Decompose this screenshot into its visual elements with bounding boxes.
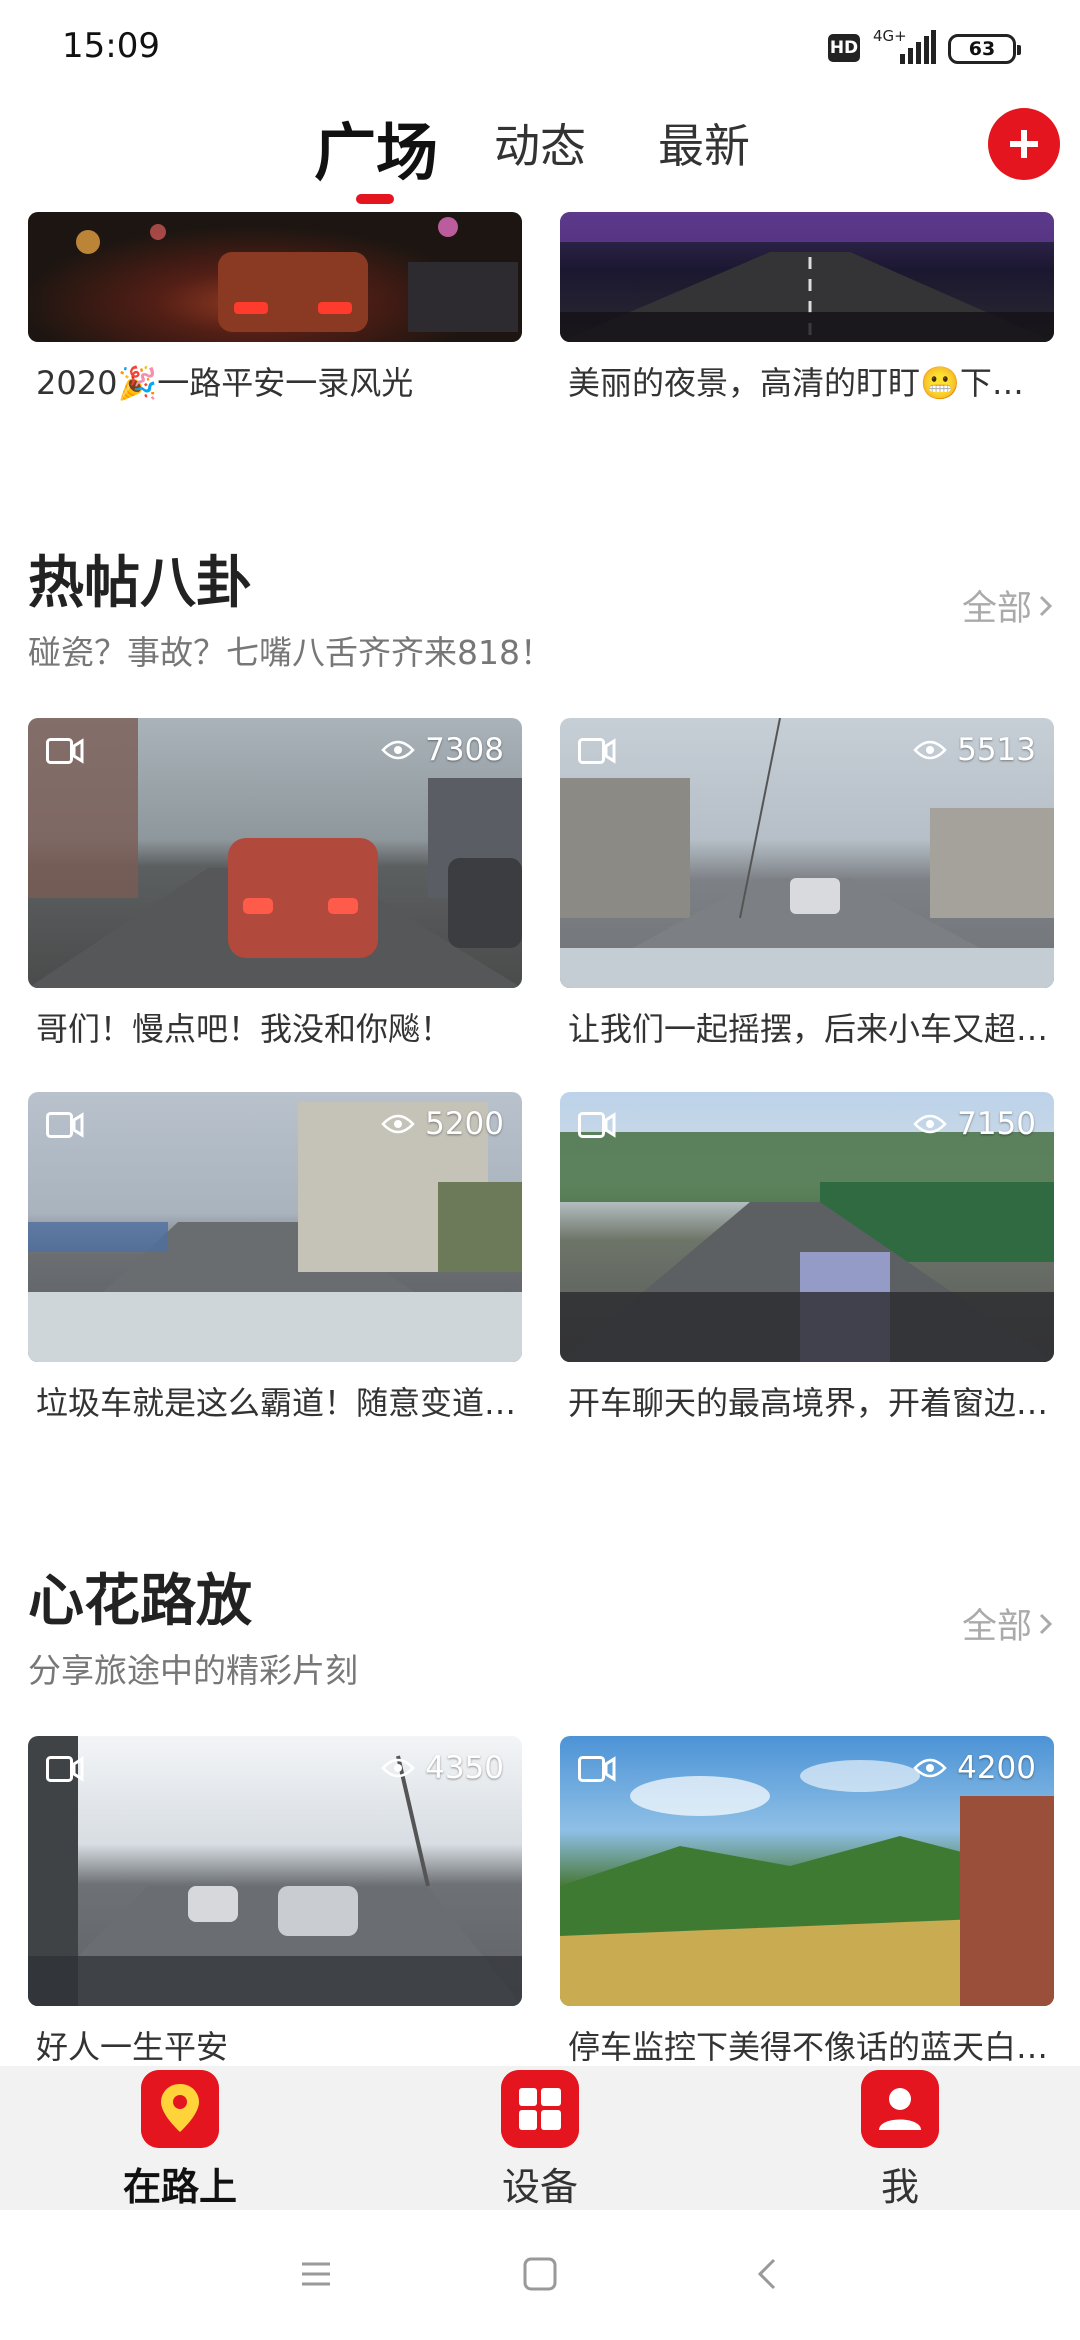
video-camera-icon — [578, 1112, 616, 1138]
battery-icon: 63 — [948, 34, 1021, 64]
night-road-thumb — [560, 212, 1054, 342]
video-card[interactable]: 4350 好人一生平安 — [28, 1736, 522, 2066]
status-bar: 15:09 HD 4G+ 63 — [0, 0, 1080, 96]
signal-icon — [900, 30, 936, 64]
see-all-label: 全部 — [961, 589, 1032, 629]
tab-feed[interactable]: 动态 — [494, 110, 586, 176]
nav-label: 我 — [880, 2165, 919, 2209]
nav-item-me[interactable]: 我 — [810, 2066, 990, 2210]
view-count-value: 7150 — [957, 1106, 1036, 1142]
device-grid-icon — [501, 2070, 579, 2148]
view-count-value: 4200 — [957, 1750, 1036, 1786]
video-thumbnail[interactable] — [28, 212, 522, 342]
view-count: 4350 — [381, 1750, 504, 1786]
nav-item-devices[interactable]: 设备 — [450, 2066, 630, 2210]
chevron-right-icon — [1039, 1613, 1053, 1634]
see-all-label: 全部 — [961, 1607, 1032, 1647]
video-thumbnail[interactable]: 7308 — [28, 718, 522, 988]
video-card[interactable]: 5200 垃圾车就是这么霸道！随意变道… — [28, 1092, 522, 1424]
view-count: 5513 — [913, 732, 1036, 768]
home-icon[interactable] — [520, 2254, 560, 2294]
eye-icon — [913, 1114, 947, 1134]
video-card[interactable]: 美丽的夜景，高清的盯盯😬下班… — [560, 212, 1054, 404]
video-camera-icon — [578, 738, 616, 764]
chevron-right-icon — [1039, 595, 1053, 616]
tab-square[interactable]: 广场 — [314, 102, 438, 192]
eye-icon — [381, 1114, 415, 1134]
view-count: 7308 — [381, 732, 504, 768]
view-count-value: 5200 — [425, 1106, 504, 1142]
video-camera-icon — [46, 738, 84, 764]
video-title: 好人一生平安 — [36, 2028, 229, 2066]
eye-icon — [913, 740, 947, 760]
video-thumbnail[interactable]: 5513 — [560, 718, 1054, 988]
view-count: 5200 — [381, 1106, 504, 1142]
section-subtitle: 分享旅途中的精彩片刻 — [28, 1651, 358, 1690]
video-thumbnail[interactable]: 4200 — [560, 1736, 1054, 2006]
view-count-value: 5513 — [957, 732, 1036, 768]
user-icon — [861, 2070, 939, 2148]
video-title: 哥们！慢点吧！我没和你飚！ — [36, 1010, 453, 1048]
video-title: 开车聊天的最高境界，开着窗边… — [568, 1384, 1049, 1422]
video-title: 停车监控下美得不像话的蓝天白… — [568, 2028, 1049, 2066]
top-tabs: 广场 动态 最新 — [0, 96, 1080, 208]
nav-label: 在路上 — [122, 2165, 237, 2209]
video-thumbnail[interactable]: 5200 — [28, 1092, 522, 1362]
tab-indicator — [356, 194, 394, 204]
view-count-value: 7308 — [425, 732, 504, 768]
video-card[interactable]: 2020🎉一路平安一录风光 — [28, 212, 522, 404]
video-card[interactable]: 4200 停车监控下美得不像话的蓝天白… — [560, 1736, 1054, 2066]
video-camera-icon — [46, 1756, 84, 1782]
system-navigation-bar — [0, 2210, 1080, 2340]
tab-latest[interactable]: 最新 — [658, 110, 750, 176]
location-pin-icon — [141, 2070, 219, 2148]
video-camera-icon — [46, 1112, 84, 1138]
video-title: 美丽的夜景，高清的盯盯😬下班… — [568, 364, 1054, 402]
eye-icon — [381, 1758, 415, 1778]
video-title: 垃圾车就是这么霸道！随意变道… — [36, 1384, 517, 1422]
status-time: 15:09 — [62, 26, 160, 66]
view-count-value: 4350 — [425, 1750, 504, 1786]
section-title: 热帖八卦 — [28, 551, 252, 616]
eye-icon — [913, 1758, 947, 1778]
section-subtitle: 碰瓷？事故？七嘴八舌齐齐来818！ — [28, 633, 553, 672]
see-all-link[interactable]: 全部 — [962, 1598, 1054, 1649]
hd-badge: HD — [828, 34, 860, 62]
video-camera-icon — [578, 1756, 616, 1782]
main-feed[interactable]: 2020🎉一路平安一录风光 美丽的夜景，高清的盯盯😬下班… 热帖八卦 碰瓷？事故… — [0, 208, 1080, 2066]
see-all-link[interactable]: 全部 — [962, 580, 1054, 631]
video-card[interactable]: 7150 开车聊天的最高境界，开着窗边… — [560, 1092, 1054, 1424]
night-traffic-thumb — [28, 212, 522, 342]
view-count: 4200 — [913, 1750, 1036, 1786]
video-card[interactable]: 7308 哥们！慢点吧！我没和你飚！ — [28, 718, 522, 1050]
section-title: 心花路放 — [28, 1569, 252, 1634]
add-post-button[interactable] — [988, 108, 1060, 180]
nav-label: 设备 — [501, 2165, 578, 2209]
nav-item-on-the-road[interactable]: 在路上 — [90, 2066, 270, 2210]
back-icon[interactable] — [748, 2254, 788, 2294]
view-count: 7150 — [913, 1106, 1036, 1142]
video-card[interactable]: 5513 让我们一起摇摆，后来小车又超… — [560, 718, 1054, 1050]
video-title: 让我们一起摇摆，后来小车又超… — [568, 1010, 1049, 1048]
video-title: 2020🎉一路平安一录风光 — [36, 364, 414, 402]
video-thumbnail[interactable]: 4350 — [28, 1736, 522, 2006]
eye-icon — [381, 740, 415, 760]
bottom-nav: 在路上 设备 我 — [0, 2066, 1080, 2210]
video-thumbnail[interactable]: 7150 — [560, 1092, 1054, 1362]
menu-icon[interactable] — [296, 2254, 336, 2294]
video-thumbnail[interactable] — [560, 212, 1054, 342]
